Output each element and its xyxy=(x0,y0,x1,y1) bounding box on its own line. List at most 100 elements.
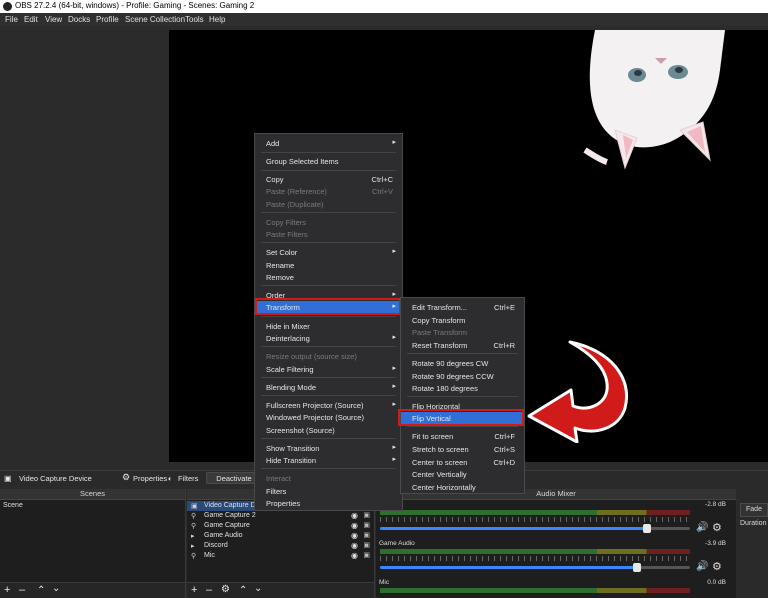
transition-select[interactable]: Fade xyxy=(740,503,768,517)
speaker-icon[interactable]: 🔊 xyxy=(696,561,708,572)
menu-file[interactable]: File xyxy=(5,15,18,24)
add-scene-button[interactable]: + xyxy=(4,584,10,596)
menu-item-stretch-to-screen[interactable]: Stretch to screen Ctrl+S xyxy=(401,443,524,455)
gamepad-icon: ⚲ xyxy=(191,513,197,520)
speaker-icon[interactable]: 🔊 xyxy=(696,522,708,533)
meter-scale xyxy=(380,556,690,561)
sources-toolbar: + – ⚙ ⌃ ⌄ xyxy=(187,582,374,598)
menu-tools[interactable]: Tools xyxy=(185,15,204,24)
lock-icon[interactable]: ▣ xyxy=(363,551,370,559)
source-item[interactable]: ▸ Game Audio ◉ ▣ xyxy=(187,531,374,541)
move-up-icon[interactable]: ⌃ xyxy=(239,585,247,596)
source-item[interactable]: ⚲ Game Capture ◉ ▣ xyxy=(187,521,374,531)
eye-icon[interactable]: ◉ xyxy=(351,521,358,530)
eye-icon[interactable]: ◉ xyxy=(351,541,358,550)
menu-item-remove[interactable]: Remove xyxy=(255,271,402,283)
menu-item-blending-mode[interactable]: Blending Mode ▸ xyxy=(255,381,402,393)
menu-item-add[interactable]: Add ▸ xyxy=(255,137,402,149)
remove-source-button[interactable]: – xyxy=(206,584,212,596)
lock-icon[interactable]: ▣ xyxy=(363,521,370,529)
source-name: Video Capture Device xyxy=(19,474,92,483)
menu-item-copy[interactable]: Copy Ctrl+C xyxy=(255,173,402,185)
menu-item-edit-transform[interactable]: Edit Transform... Ctrl+E xyxy=(401,301,524,313)
gear-icon[interactable]: ⚙ xyxy=(712,560,722,573)
source-item[interactable]: ⚲ Mic ◉ ▣ xyxy=(187,551,374,561)
source-label: Mic xyxy=(204,552,215,559)
menu-item-center-vertically[interactable]: Center Vertically xyxy=(401,468,524,480)
menu-help[interactable]: Help xyxy=(209,15,225,24)
channel-name: Mic xyxy=(379,579,390,586)
menu-item-rename[interactable]: Rename xyxy=(255,259,402,271)
chevron-right-icon: ▸ xyxy=(392,401,396,408)
chevron-right-icon: ▸ xyxy=(392,383,396,390)
menu-view[interactable]: View xyxy=(45,15,62,24)
menu-item-show-transition[interactable]: Show Transition ▸ xyxy=(255,442,402,454)
menu-item-filters[interactable]: Filters xyxy=(255,485,402,497)
menu-item-interact: Interact xyxy=(266,474,292,483)
menu-item-copy-transform[interactable]: Copy Transform xyxy=(401,314,524,326)
scenes-dock: Scenes Scene + – ⌃ ⌄ xyxy=(0,489,186,598)
menu-item-paste-reference: Paste (Reference) Ctrl+V xyxy=(266,187,393,196)
remove-scene-button[interactable]: – xyxy=(19,584,25,596)
properties-button[interactable]: Properties xyxy=(133,474,167,483)
volume-knob[interactable] xyxy=(633,563,642,572)
menu-item-rotate-cw[interactable]: Rotate 90 degrees CW xyxy=(401,357,524,369)
menu-item-hide-transition[interactable]: Hide Transition ▸ xyxy=(255,454,402,466)
filters-icon[interactable]: ◐ xyxy=(168,474,173,483)
mixer-channel: -2.8 dB 🔊 ⚙ xyxy=(376,500,736,538)
lock-icon[interactable]: ▣ xyxy=(363,531,370,539)
move-down-icon[interactable]: ⌄ xyxy=(254,583,262,594)
source-item[interactable]: ▸ Discord ◉ ▣ xyxy=(187,541,374,551)
chevron-right-icon: ▸ xyxy=(392,365,396,372)
context-menu: Add ▸ Group Selected Items Copy Ctrl+C Pas… xyxy=(254,133,403,511)
menu-scene-collection[interactable]: Scene Collection xyxy=(125,15,185,24)
menu-edit[interactable]: Edit xyxy=(24,15,38,24)
gear-icon[interactable]: ⚙ xyxy=(221,584,230,595)
source-item[interactable]: ⚲ Game Capture 2 ◉ ▣ xyxy=(187,511,374,521)
menu-item-fit-to-screen[interactable]: Fit to screen Ctrl+F xyxy=(401,430,524,442)
chevron-right-icon: ▸ xyxy=(392,291,396,298)
filters-button[interactable]: Filters xyxy=(178,474,198,483)
source-label: Game Audio xyxy=(204,532,243,539)
menu-item-reset-transform[interactable]: Reset Transform Ctrl+R xyxy=(401,339,524,351)
menu-docks[interactable]: Docks xyxy=(68,15,90,24)
add-source-button[interactable]: + xyxy=(191,584,197,596)
move-down-icon[interactable]: ⌄ xyxy=(52,583,60,594)
mixer-channel: Mic 0.0 dB xyxy=(376,578,736,598)
eye-icon[interactable]: ◉ xyxy=(351,551,358,560)
menu-item-screenshot[interactable]: Screenshot (Source) xyxy=(255,424,402,436)
eye-icon[interactable]: ◉ xyxy=(351,531,358,540)
title-bar: OBS 27.2.4 (64-bit, windows) - Profile: … xyxy=(0,0,768,13)
eye-icon[interactable]: ◉ xyxy=(351,511,358,520)
scene-item[interactable]: Scene xyxy=(0,501,185,511)
menu-item-deinterlacing[interactable]: Deinterlacing ▸ xyxy=(255,332,402,344)
menu-profile[interactable]: Profile xyxy=(96,15,119,24)
menu-item-center-horizontally[interactable]: Center Horizontally xyxy=(401,481,524,493)
duration-label: Duration xyxy=(740,520,767,527)
volume-slider[interactable] xyxy=(380,563,690,572)
menu-item-windowed-projector[interactable]: Windowed Projector (Source) xyxy=(255,411,402,423)
menu-item-hide-in-mixer[interactable]: Hide in Mixer xyxy=(255,320,402,332)
menu-item-scale-filtering[interactable]: Scale Filtering ▸ xyxy=(255,363,402,375)
source-label: Discord xyxy=(204,542,228,549)
gear-icon[interactable]: ⚙ xyxy=(712,521,722,534)
channel-db: 0.0 dB xyxy=(707,579,726,586)
menu-item-rotate-ccw[interactable]: Rotate 90 degrees CCW xyxy=(401,370,524,382)
menu-item-center-to-screen[interactable]: Center to screen Ctrl+D xyxy=(401,456,524,468)
microphone-icon: ⚲ xyxy=(191,553,197,560)
flip-vertical-highlight-box xyxy=(398,409,524,426)
menu-item-set-color[interactable]: Set Color ▸ xyxy=(255,246,402,258)
menu-item-rotate-180[interactable]: Rotate 180 degrees xyxy=(401,382,524,394)
menu-item-copy-filters: Copy Filters xyxy=(266,218,307,227)
move-up-icon[interactable]: ⌃ xyxy=(37,585,45,596)
transitions-dock: Fade Duration xyxy=(737,489,768,598)
menu-item-fullscreen-projector[interactable]: Fullscreen Projector (Source) ▸ xyxy=(255,399,402,411)
lock-icon[interactable]: ▣ xyxy=(363,511,370,519)
menu-item-group-selected[interactable]: Group Selected Items xyxy=(255,155,402,167)
lock-icon[interactable]: ▣ xyxy=(363,541,370,549)
gear-icon[interactable]: ⚙ xyxy=(122,472,130,483)
menu-item-properties[interactable]: Properties xyxy=(255,497,402,509)
meter-scale xyxy=(380,517,690,522)
volume-knob[interactable] xyxy=(642,524,651,533)
volume-slider[interactable] xyxy=(380,524,690,533)
